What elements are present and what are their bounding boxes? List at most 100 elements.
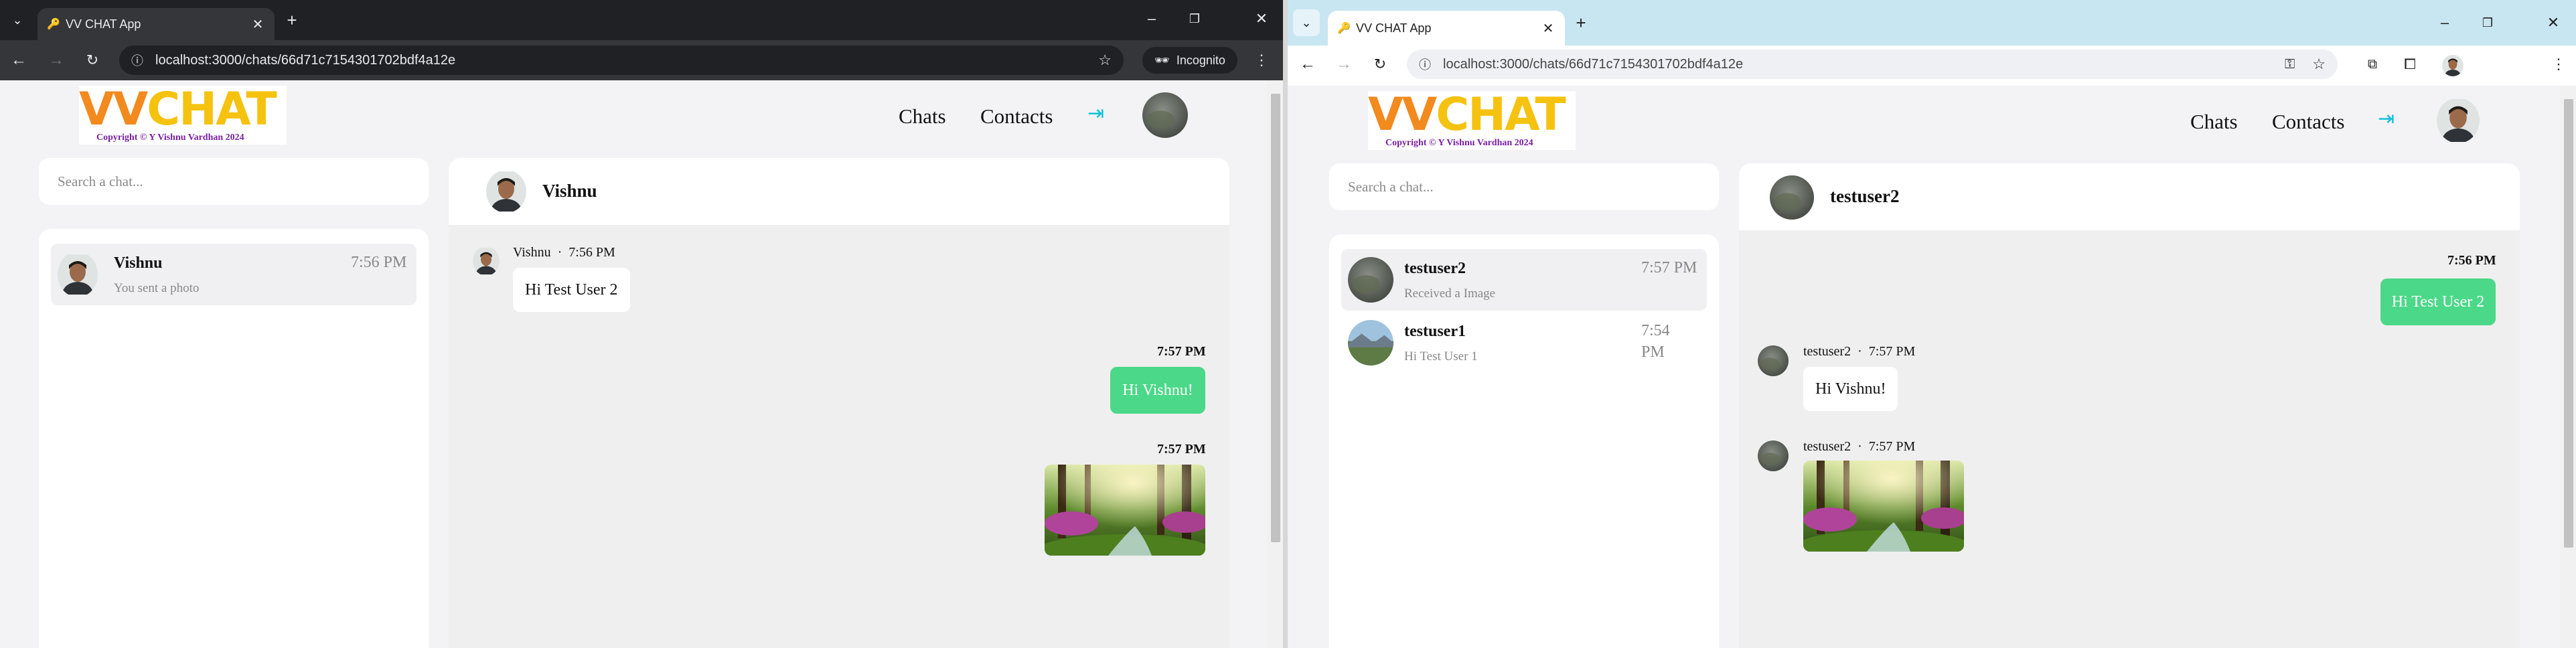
chat-header: Vishnu bbox=[449, 158, 1229, 225]
new-tab-plus-icon[interactable]: + bbox=[1568, 9, 1594, 36]
bookmark-star-icon[interactable]: ☆ bbox=[2312, 56, 2326, 73]
site-info-icon[interactable]: ⓘ bbox=[1419, 56, 1443, 73]
browser-profile-avatar[interactable] bbox=[2442, 55, 2464, 76]
nav-contacts-link[interactable]: Contacts bbox=[2272, 110, 2345, 134]
right-active-tab[interactable]: 🔑 VV CHAT App ✕ bbox=[1328, 11, 1565, 46]
address-bar[interactable]: ⓘ localhost:3000/chats/66d71c7154301702b… bbox=[1407, 50, 2338, 79]
message-image-forest[interactable] bbox=[1045, 465, 1205, 556]
address-bar[interactable]: ⓘ localhost:3000/chats/66d71c7154301702b… bbox=[119, 46, 1124, 75]
tab-title: VV CHAT App bbox=[66, 17, 141, 31]
scrollbar-thumb[interactable] bbox=[2564, 99, 2573, 548]
logout-icon[interactable]: ⇥ bbox=[1087, 102, 1104, 125]
nav-contacts-link[interactable]: Contacts bbox=[980, 104, 1053, 129]
chat-list-item[interactable]: testuser2 7:57 PM Received a Image bbox=[1341, 249, 1707, 311]
chat-list-item[interactable]: Vishnu 7:56 PM You sent a photo bbox=[51, 244, 416, 305]
back-arrow-icon[interactable]: ← bbox=[5, 47, 32, 74]
left-browser-window: ⌄ 🔑 VV CHAT App ✕ + – ❐ ✕ ← → ↻ ⓘ localh… bbox=[0, 0, 1283, 648]
copyright-text: Copyright © Y Vishnu Vardhan 2024 bbox=[1385, 138, 1533, 148]
chat-time: 7:56 PM bbox=[351, 254, 407, 271]
left-active-tab[interactable]: 🔑 VV CHAT App ✕ bbox=[37, 8, 275, 40]
close-window-icon[interactable]: ✕ bbox=[1243, 5, 1280, 32]
left-toolbar: ← → ↻ ⓘ localhost:3000/chats/66d71c71543… bbox=[0, 40, 1283, 80]
reload-icon[interactable]: ↻ bbox=[1367, 51, 1393, 78]
chat-list-item[interactable]: testuser1 7:54 PM Hi Test User 1 bbox=[1341, 312, 1707, 374]
chat-list-panel: testuser2 7:57 PM Received a Image testu… bbox=[1329, 234, 1719, 648]
url-text: localhost:3000/chats/66d71c7154301702bdf… bbox=[155, 52, 456, 68]
profile-avatar[interactable] bbox=[2437, 98, 2480, 143]
logo-text: VVCHAT bbox=[79, 83, 277, 136]
profile-avatar[interactable] bbox=[1142, 92, 1188, 138]
window-divider bbox=[1283, 0, 1288, 648]
maximize-icon[interactable]: ❐ bbox=[2469, 9, 2506, 36]
chat-avatar bbox=[1348, 320, 1393, 366]
favicon-icon: 🔑 bbox=[47, 19, 60, 30]
chat-panel: testuser2 7:56 PM Hi Test User 2 testuse… bbox=[1739, 163, 2520, 648]
nav-chats-link[interactable]: Chats bbox=[899, 104, 946, 129]
right-tab-strip: ⌄ 🔑 VV CHAT App ✕ + – ❐ ✕ bbox=[1288, 0, 2576, 46]
back-arrow-icon[interactable]: ← bbox=[1294, 51, 1321, 78]
chat-header-avatar[interactable] bbox=[1770, 175, 1814, 220]
page-scrollbar[interactable] bbox=[1267, 80, 1283, 648]
tab-search-chevron-icon[interactable]: ⌄ bbox=[4, 7, 31, 33]
chat-header: testuser2 bbox=[1739, 163, 2520, 230]
message-image-forest[interactable] bbox=[1803, 461, 1964, 552]
right-browser-window: ⌄ 🔑 VV CHAT App ✕ + – ❐ ✕ ← → ↻ ⓘ localh… bbox=[1288, 0, 2576, 648]
message-meta: testuser2 · 7:57 PM bbox=[1803, 344, 1916, 359]
extensions-puzzle-icon[interactable]: ⧠ bbox=[2397, 51, 2423, 78]
left-app: VVCHAT Copyright © Y Vishnu Vardhan 2024… bbox=[0, 80, 1283, 648]
message-meta: Vishnu · 7:56 PM bbox=[513, 245, 615, 260]
reading-list-icon[interactable]: ⧉ bbox=[2359, 51, 2386, 78]
app-logo[interactable]: VVCHAT Copyright © Y Vishnu Vardhan 2024 bbox=[79, 83, 287, 145]
left-tab-strip: ⌄ 🔑 VV CHAT App ✕ + – ❐ ✕ bbox=[0, 0, 1283, 40]
minimize-icon[interactable]: – bbox=[2426, 9, 2464, 36]
chat-avatar bbox=[58, 252, 98, 297]
close-tab-icon[interactable]: ✕ bbox=[250, 16, 265, 33]
logo-text: VVCHAT bbox=[1368, 88, 1566, 141]
nav-chats-link[interactable]: Chats bbox=[2190, 110, 2238, 134]
incognito-badge[interactable]: 🕶 Incognito bbox=[1142, 47, 1237, 74]
page-scrollbar[interactable] bbox=[2560, 86, 2576, 648]
close-window-icon[interactable]: ✕ bbox=[2534, 9, 2572, 36]
scrollbar-thumb[interactable] bbox=[1271, 94, 1280, 542]
incognito-label: Incognito bbox=[1176, 53, 1225, 67]
message-bubble-outgoing[interactable]: Hi Test User 2 bbox=[2380, 278, 2496, 325]
chat-preview: Hi Test User 1 bbox=[1404, 349, 1478, 363]
browser-menu-icon[interactable]: ⋮ bbox=[2545, 51, 2572, 78]
chat-header-avatar[interactable] bbox=[486, 170, 526, 213]
right-app: VVCHAT Copyright © Y Vishnu Vardhan 2024… bbox=[1288, 86, 2576, 648]
url-text: localhost:3000/chats/66d71c7154301702bdf… bbox=[1443, 56, 1744, 72]
new-tab-plus-icon[interactable]: + bbox=[279, 7, 305, 33]
chat-search-input[interactable]: Search a chat... bbox=[1329, 163, 1719, 210]
message-bubble-incoming[interactable]: Hi Vishnu! bbox=[1803, 367, 1898, 411]
app-logo[interactable]: VVCHAT Copyright © Y Vishnu Vardhan 2024 bbox=[1368, 88, 1576, 150]
chat-name: testuser2 bbox=[1404, 260, 1466, 277]
logout-icon[interactable]: ⇥ bbox=[2378, 107, 2395, 131]
chat-preview: You sent a photo bbox=[114, 281, 200, 295]
minimize-icon[interactable]: – bbox=[1133, 5, 1170, 32]
message-time: 7:56 PM bbox=[2447, 253, 2496, 268]
close-tab-icon[interactable]: ✕ bbox=[1541, 20, 1556, 37]
reload-icon[interactable]: ↻ bbox=[79, 47, 106, 74]
chat-panel: Vishnu Vishnu · 7:56 PM Hi Test User 2 7… bbox=[449, 158, 1229, 648]
copyright-text: Copyright © Y Vishnu Vardhan 2024 bbox=[96, 133, 244, 143]
chat-search-input[interactable]: Search a chat... bbox=[39, 158, 429, 205]
message-bubble-incoming[interactable]: Hi Test User 2 bbox=[513, 268, 630, 312]
browser-menu-icon[interactable]: ⋮ bbox=[1248, 47, 1275, 74]
chat-name: testuser1 bbox=[1404, 323, 1466, 340]
site-info-icon[interactable]: ⓘ bbox=[131, 52, 155, 69]
right-toolbar: ← → ↻ ⓘ localhost:3000/chats/66d71c71543… bbox=[1288, 46, 2576, 86]
incognito-icon: 🕶 bbox=[1154, 53, 1170, 67]
password-key-icon[interactable]: ⚿ bbox=[2285, 57, 2295, 72]
bookmark-star-icon[interactable]: ☆ bbox=[1098, 52, 1112, 69]
maximize-icon[interactable]: ❐ bbox=[1176, 5, 1213, 32]
forward-arrow-icon[interactable]: → bbox=[1331, 51, 1357, 78]
message-meta: testuser2 · 7:57 PM bbox=[1803, 439, 1916, 454]
chat-header-name: testuser2 bbox=[1830, 186, 1900, 206]
chat-name: Vishnu bbox=[114, 254, 163, 272]
tab-search-chevron-icon[interactable]: ⌄ bbox=[1293, 9, 1320, 36]
message-sender-avatar bbox=[1758, 345, 1789, 376]
forward-arrow-icon[interactable]: → bbox=[43, 47, 70, 74]
message-time: 7:57 PM bbox=[1157, 442, 1206, 457]
favicon-icon: 🔑 bbox=[1337, 23, 1351, 34]
message-bubble-outgoing[interactable]: Hi Vishnu! bbox=[1110, 367, 1205, 414]
